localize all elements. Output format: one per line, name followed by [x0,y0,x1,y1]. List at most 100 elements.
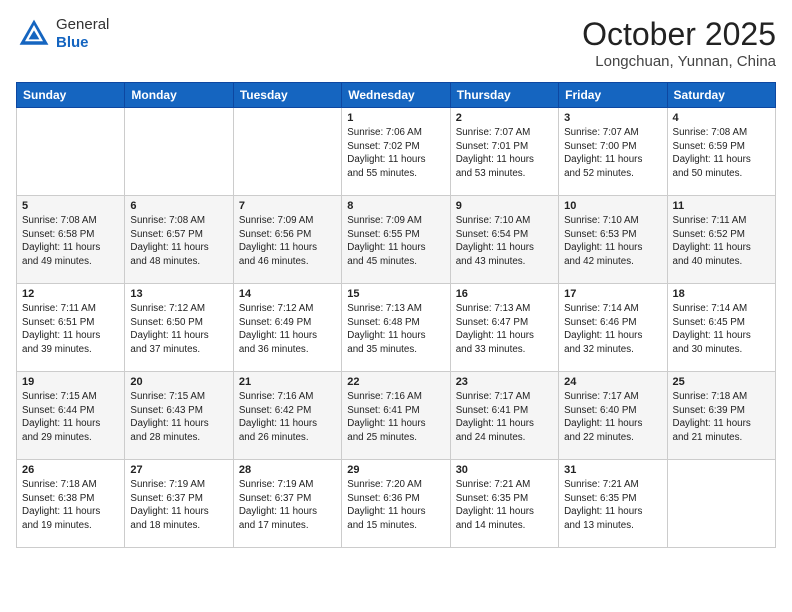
week-row-3: 12Sunrise: 7:11 AM Sunset: 6:51 PM Dayli… [17,284,776,372]
calendar-cell: 3 Sunrise: 7:07 AM Sunset: 7:00 PM Daylig… [559,108,667,196]
day-info: Sunrise: 7:17 AM Sunset: 6:41 PM Dayligh… [456,390,553,445]
week-row-4: 19 Sunrise: 7:15 AM Sunset: 6:44 PM Dayli… [17,372,776,460]
day-info: Sunrise: 7:13 AM Sunset: 6:47 PM Dayligh… [456,302,553,357]
day-number: 27 [130,464,227,476]
day-number: 6 [130,200,227,212]
day-number: 25 [673,376,770,388]
dow-header-sunday: Sunday [17,83,125,108]
day-number: 18 [673,288,770,300]
dow-header-thursday: Thursday [450,83,558,108]
day-info: Sunrise: 7:10 AM Sunset: 6:54 PM Dayligh… [456,214,553,269]
days-of-week-row: SundayMondayTuesdayWednesdayThursdayFrid… [17,83,776,108]
day-number: 3 [564,112,661,124]
day-number: 10 [564,200,661,212]
calendar-cell: 28Sunrise: 7:19 AM Sunset: 6:37 PM Dayli… [233,460,341,548]
dow-header-tuesday: Tuesday [233,83,341,108]
calendar-cell [233,108,341,196]
day-info: Sunrise: 7:07 AM Sunset: 7:01 PM Dayligh… [456,126,553,181]
calendar-cell [125,108,233,196]
dow-header-saturday: Saturday [667,83,775,108]
page-header: General Blue October 2025 Longchuan, Yun… [16,16,776,70]
day-number: 15 [347,288,444,300]
day-info: Sunrise: 7:07 AM Sunset: 7:00 PM Dayligh… [564,126,661,181]
calendar-cell: 30 Sunrise: 7:21 AM Sunset: 6:35 PM Dayli… [450,460,558,548]
calendar-cell: 19 Sunrise: 7:15 AM Sunset: 6:44 PM Dayli… [17,372,125,460]
day-info: Sunrise: 7:16 AM Sunset: 6:42 PM Dayligh… [239,390,336,445]
day-info: Sunrise: 7:16 AM Sunset: 6:41 PM Dayligh… [347,390,444,445]
day-info: Sunrise: 7:11 AM Sunset: 6:51 PM Dayligh… [22,302,119,357]
day-number: 8 [347,200,444,212]
calendar-cell: 24 Sunrise: 7:17 AM Sunset: 6:40 PM Dayli… [559,372,667,460]
day-info: Sunrise: 7:14 AM Sunset: 6:46 PM Dayligh… [564,302,661,357]
day-number: 29 [347,464,444,476]
week-row-1: 1 Sunrise: 7:06 AM Sunset: 7:02 PM Daylig… [17,108,776,196]
calendar-cell: 17 Sunrise: 7:14 AM Sunset: 6:46 PM Dayli… [559,284,667,372]
calendar-cell: 2 Sunrise: 7:07 AM Sunset: 7:01 PM Daylig… [450,108,558,196]
dow-header-monday: Monday [125,83,233,108]
day-info: Sunrise: 7:08 AM Sunset: 6:59 PM Dayligh… [673,126,770,181]
day-number: 21 [239,376,336,388]
calendar-cell: 7 Sunrise: 7:09 AM Sunset: 6:56 PM Daylig… [233,196,341,284]
calendar-cell: 15Sunrise: 7:13 AM Sunset: 6:48 PM Dayli… [342,284,450,372]
day-number: 16 [456,288,553,300]
calendar-cell: 29 Sunrise: 7:20 AM Sunset: 6:36 PM Dayli… [342,460,450,548]
day-info: Sunrise: 7:17 AM Sunset: 6:40 PM Dayligh… [564,390,661,445]
calendar-cell: 21 Sunrise: 7:16 AM Sunset: 6:42 PM Dayli… [233,372,341,460]
day-number: 17 [564,288,661,300]
day-info: Sunrise: 7:11 AM Sunset: 6:52 PM Dayligh… [673,214,770,269]
calendar-cell: 10 Sunrise: 7:10 AM Sunset: 6:53 PM Dayli… [559,196,667,284]
calendar-cell: 20 Sunrise: 7:15 AM Sunset: 6:43 PM Dayli… [125,372,233,460]
calendar-cell [667,460,775,548]
day-info: Sunrise: 7:12 AM Sunset: 6:49 PM Dayligh… [239,302,336,357]
calendar-cell: 8 Sunrise: 7:09 AM Sunset: 6:55 PM Daylig… [342,196,450,284]
location: Longchuan, Yunnan, China [582,53,776,70]
calendar-cell: 31 Sunrise: 7:21 AM Sunset: 6:35 PM Dayli… [559,460,667,548]
day-number: 1 [347,112,444,124]
day-info: Sunrise: 7:08 AM Sunset: 6:58 PM Dayligh… [22,214,119,269]
day-number: 22 [347,376,444,388]
day-info: Sunrise: 7:15 AM Sunset: 6:43 PM Dayligh… [130,390,227,445]
day-number: 24 [564,376,661,388]
calendar: SundayMondayTuesdayWednesdayThursdayFrid… [16,82,776,548]
day-number: 14 [239,288,336,300]
calendar-cell: 11 Sunrise: 7:11 AM Sunset: 6:52 PM Dayli… [667,196,775,284]
day-info: Sunrise: 7:21 AM Sunset: 6:35 PM Dayligh… [456,478,553,533]
day-number: 9 [456,200,553,212]
day-number: 28 [239,464,336,476]
day-number: 30 [456,464,553,476]
day-number: 7 [239,200,336,212]
day-number: 31 [564,464,661,476]
day-number: 19 [22,376,119,388]
day-info: Sunrise: 7:15 AM Sunset: 6:44 PM Dayligh… [22,390,119,445]
logo-text: General Blue [56,16,109,52]
week-row-5: 26 Sunrise: 7:18 AM Sunset: 6:38 PM Dayli… [17,460,776,548]
day-info: Sunrise: 7:09 AM Sunset: 6:56 PM Dayligh… [239,214,336,269]
day-info: Sunrise: 7:14 AM Sunset: 6:45 PM Dayligh… [673,302,770,357]
day-info: Sunrise: 7:12 AM Sunset: 6:50 PM Dayligh… [130,302,227,357]
calendar-cell: 12Sunrise: 7:11 AM Sunset: 6:51 PM Dayli… [17,284,125,372]
calendar-body: 1 Sunrise: 7:06 AM Sunset: 7:02 PM Daylig… [17,108,776,548]
dow-header-wednesday: Wednesday [342,83,450,108]
calendar-cell: 16 Sunrise: 7:13 AM Sunset: 6:47 PM Dayli… [450,284,558,372]
day-number: 20 [130,376,227,388]
day-number: 26 [22,464,119,476]
day-info: Sunrise: 7:10 AM Sunset: 6:53 PM Dayligh… [564,214,661,269]
calendar-cell: 26 Sunrise: 7:18 AM Sunset: 6:38 PM Dayli… [17,460,125,548]
week-row-2: 5 Sunrise: 7:08 AM Sunset: 6:58 PM Daylig… [17,196,776,284]
logo: General Blue [16,16,109,52]
day-number: 11 [673,200,770,212]
day-info: Sunrise: 7:06 AM Sunset: 7:02 PM Dayligh… [347,126,444,181]
day-number: 5 [22,200,119,212]
day-info: Sunrise: 7:18 AM Sunset: 6:38 PM Dayligh… [22,478,119,533]
calendar-cell: 4 Sunrise: 7:08 AM Sunset: 6:59 PM Daylig… [667,108,775,196]
calendar-cell: 5 Sunrise: 7:08 AM Sunset: 6:58 PM Daylig… [17,196,125,284]
day-info: Sunrise: 7:20 AM Sunset: 6:36 PM Dayligh… [347,478,444,533]
title-block: October 2025 Longchuan, Yunnan, China [582,16,776,70]
day-number: 2 [456,112,553,124]
day-number: 4 [673,112,770,124]
calendar-cell: 9 Sunrise: 7:10 AM Sunset: 6:54 PM Daylig… [450,196,558,284]
calendar-cell: 13Sunrise: 7:12 AM Sunset: 6:50 PM Dayli… [125,284,233,372]
day-info: Sunrise: 7:21 AM Sunset: 6:35 PM Dayligh… [564,478,661,533]
day-info: Sunrise: 7:09 AM Sunset: 6:55 PM Dayligh… [347,214,444,269]
month-title: October 2025 [582,16,776,53]
